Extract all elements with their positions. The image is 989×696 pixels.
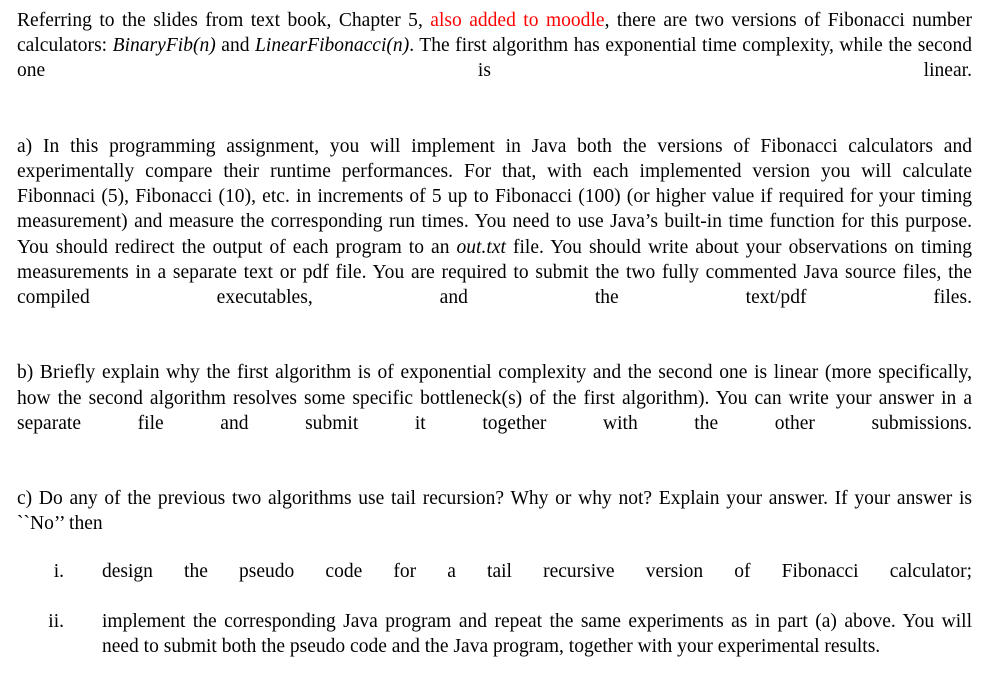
list-item: ii. implement the corresponding Java pro… xyxy=(17,609,972,659)
list-item: i. design the pseudo code for a tail rec… xyxy=(17,559,972,609)
intro-highlight-moodle: also added to moodle xyxy=(430,10,605,31)
list-item-marker: i. xyxy=(53,560,64,582)
intro-text-part-1: Referring to the slides from text book, … xyxy=(17,10,431,31)
paragraph-part-c: c) Do any of the previous two algorithms… xyxy=(17,486,972,536)
part-a-italic-outtxt: out.txt xyxy=(456,236,506,258)
list-item-text: design the pseudo code for a tail recurs… xyxy=(102,560,972,582)
intro-italic-binaryfib: BinaryFib(n) xyxy=(112,35,216,57)
part-c-text: c) Do any of the previous two algorithms… xyxy=(17,488,972,535)
paragraph-part-a: a) In this programming assignment, you w… xyxy=(17,134,972,336)
document-page: Referring to the slides from text book, … xyxy=(0,0,989,696)
part-b-text: b) Briefly explain why the first algorit… xyxy=(17,362,972,434)
intro-italic-linearfibonacci: LinearFibonacci(n) xyxy=(255,35,410,57)
paragraph-intro: Referring to the slides from text book, … xyxy=(17,8,972,109)
list-item-text: implement the corresponding Java program… xyxy=(102,611,972,658)
sub-list: i. design the pseudo code for a tail rec… xyxy=(17,559,972,660)
list-item-marker: ii. xyxy=(48,611,64,633)
paragraph-part-b: b) Briefly explain why the first algorit… xyxy=(17,360,972,461)
intro-text-part-3: and xyxy=(215,35,256,57)
